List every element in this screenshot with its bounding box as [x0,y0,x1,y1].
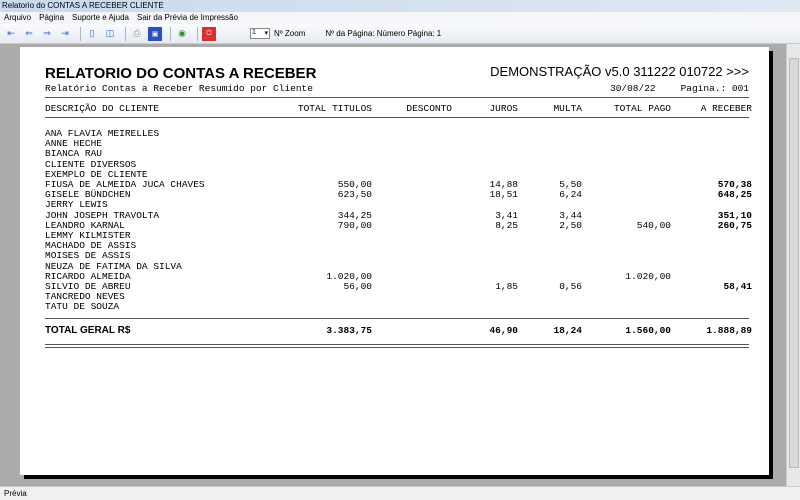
single-page-icon[interactable]: ▯ [85,27,99,41]
menu-arquivo[interactable]: Arquivo [4,13,31,23]
menu-bar: Arquivo Página Suporte e Ajuda Sair da P… [0,12,800,24]
cell-4: 2,50 [559,219,582,231]
page-number: Pagina.: 001 [680,83,749,94]
report-page: RELATORIO DO CONTAS A RECEBER DEMONSTRAÇ… [20,47,769,475]
next-page-icon[interactable]: ⇒ [40,27,54,41]
cell-5: 1.560,00 [625,325,671,336]
cell-4: 0,56 [559,281,582,292]
status-bar: Prévia [0,486,800,500]
report-subtitle: Relatório Contas a Receber Resumido por … [45,83,313,94]
column-header: JUROS [489,103,518,114]
separator [80,26,81,41]
zoom-label: Nº Zoom [274,29,306,38]
separator [197,26,198,41]
close-preview-icon[interactable]: ⏻ [202,26,216,41]
two-pages-icon[interactable]: ◫ [103,27,117,41]
cell-6: 1.888,89 [706,325,752,336]
client-name: TOTAL GERAL R$ [45,325,131,336]
report-date: 30/08/22 [610,83,656,94]
cell-3: 1,85 [495,281,518,292]
cell-1: 56,00 [343,281,372,292]
menu-pagina[interactable]: Página [39,13,64,23]
last-page-icon[interactable]: ⇥ [58,27,72,41]
preview-area: RELATORIO DO CONTAS A RECEBER DEMONSTRAÇ… [0,44,786,486]
scrollbar-thumb[interactable] [789,58,799,468]
cell-1: 790,00 [337,219,372,231]
cell-1: 3.383,75 [326,325,372,336]
cell-6: 58,41 [723,281,752,292]
print-icon[interactable]: ⎙ [130,27,144,41]
zoom-value: 1 [252,29,256,36]
cell-1: 623,50 [337,189,372,201]
cell-3: 46,90 [489,325,518,336]
report-title: RELATORIO DO CONTAS A RECEBER [45,65,317,82]
column-header: DESCRIÇÃO DO CLIENTE [45,103,160,114]
column-header: DESCONTO [406,103,452,114]
page-label: Nº da Página: Número Página: 1 [325,29,442,38]
cell-6: 648,25 [717,189,752,201]
vertical-scrollbar[interactable] [786,44,800,486]
column-header: A RECEBER [700,103,752,114]
first-page-icon[interactable]: ⇤ [4,27,18,41]
cell-5: 1.020,00 [625,270,671,282]
separator [125,26,126,41]
cell-4: 18,24 [553,325,582,336]
cell-3: 8,25 [495,219,518,231]
cell-5: 540,00 [636,219,671,231]
cell-6: 260,75 [717,219,752,231]
column-header: TOTAL PAGO [613,103,671,114]
client-name: TATU DE SOUZA [45,301,120,313]
chevron-down-icon: ▾ [264,30,268,37]
globe-icon[interactable]: ◉ [175,27,189,41]
separator [170,26,171,41]
zoom-select[interactable]: 1 ▾ [250,28,270,39]
column-header: MULTA [553,103,582,114]
window-title: Relatorio do CONTAS A RECEBER CLIENTE [0,0,800,12]
column-header: TOTAL TITULOS [297,103,372,114]
menu-sair[interactable]: Sair da Prévia de Impressão [137,13,238,23]
menu-suporte[interactable]: Suporte e Ajuda [72,13,129,23]
toolbar: ⇤ ⇐ ⇒ ⇥ ▯ ◫ ⎙ ▣ ◉ ⏻ 1 ▾ Nº Zoom Nº da Pág… [0,24,800,44]
cell-3: 18,51 [489,189,518,201]
demo-label: DEMONSTRAÇÃO v5.0 311222 010722 >>> [490,64,749,79]
cell-4: 6,24 [559,189,582,201]
prev-page-icon[interactable]: ⇐ [22,27,36,41]
export-icon[interactable]: ▣ [148,26,162,41]
